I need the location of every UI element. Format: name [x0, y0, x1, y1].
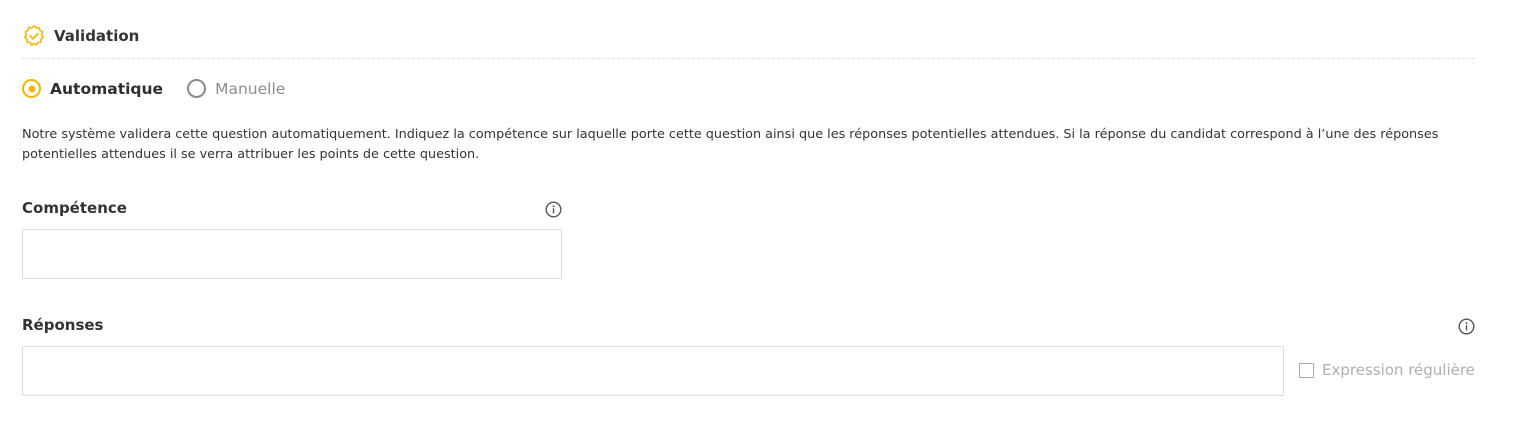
section-title: Validation	[54, 27, 140, 45]
regex-checkbox-label[interactable]: Expression régulière	[1322, 361, 1475, 379]
responses-info-icon[interactable]	[1458, 318, 1475, 335]
responses-input[interactable]	[22, 346, 1284, 396]
responses-label: Réponses	[22, 316, 104, 334]
verified-badge-icon	[24, 25, 44, 46]
radio-automatique[interactable]: Automatique	[22, 79, 163, 98]
radio-unchecked-icon[interactable]	[187, 79, 207, 98]
validation-panel: Validation Automatique Manuelle Notre sy…	[0, 0, 1518, 423]
radio-label-manuelle[interactable]: Manuelle	[215, 80, 285, 98]
section-header: Validation	[22, 23, 139, 49]
validation-description: Notre système validera cette question au…	[22, 127, 1439, 162]
competence-input[interactable]	[22, 229, 562, 279]
radio-label-automatique[interactable]: Automatique	[50, 80, 163, 98]
validation-mode-radio-group: Automatique Manuelle	[22, 79, 309, 98]
radio-manuelle[interactable]: Manuelle	[187, 79, 285, 98]
section-divider	[22, 58, 1475, 59]
competence-label: Compétence	[22, 199, 127, 217]
radio-checked-icon[interactable]	[22, 79, 41, 98]
regex-checkbox[interactable]	[1299, 362, 1314, 378]
competence-info-icon[interactable]	[545, 201, 562, 218]
regex-checkbox-wrapper[interactable]: Expression régulière	[1299, 361, 1475, 379]
